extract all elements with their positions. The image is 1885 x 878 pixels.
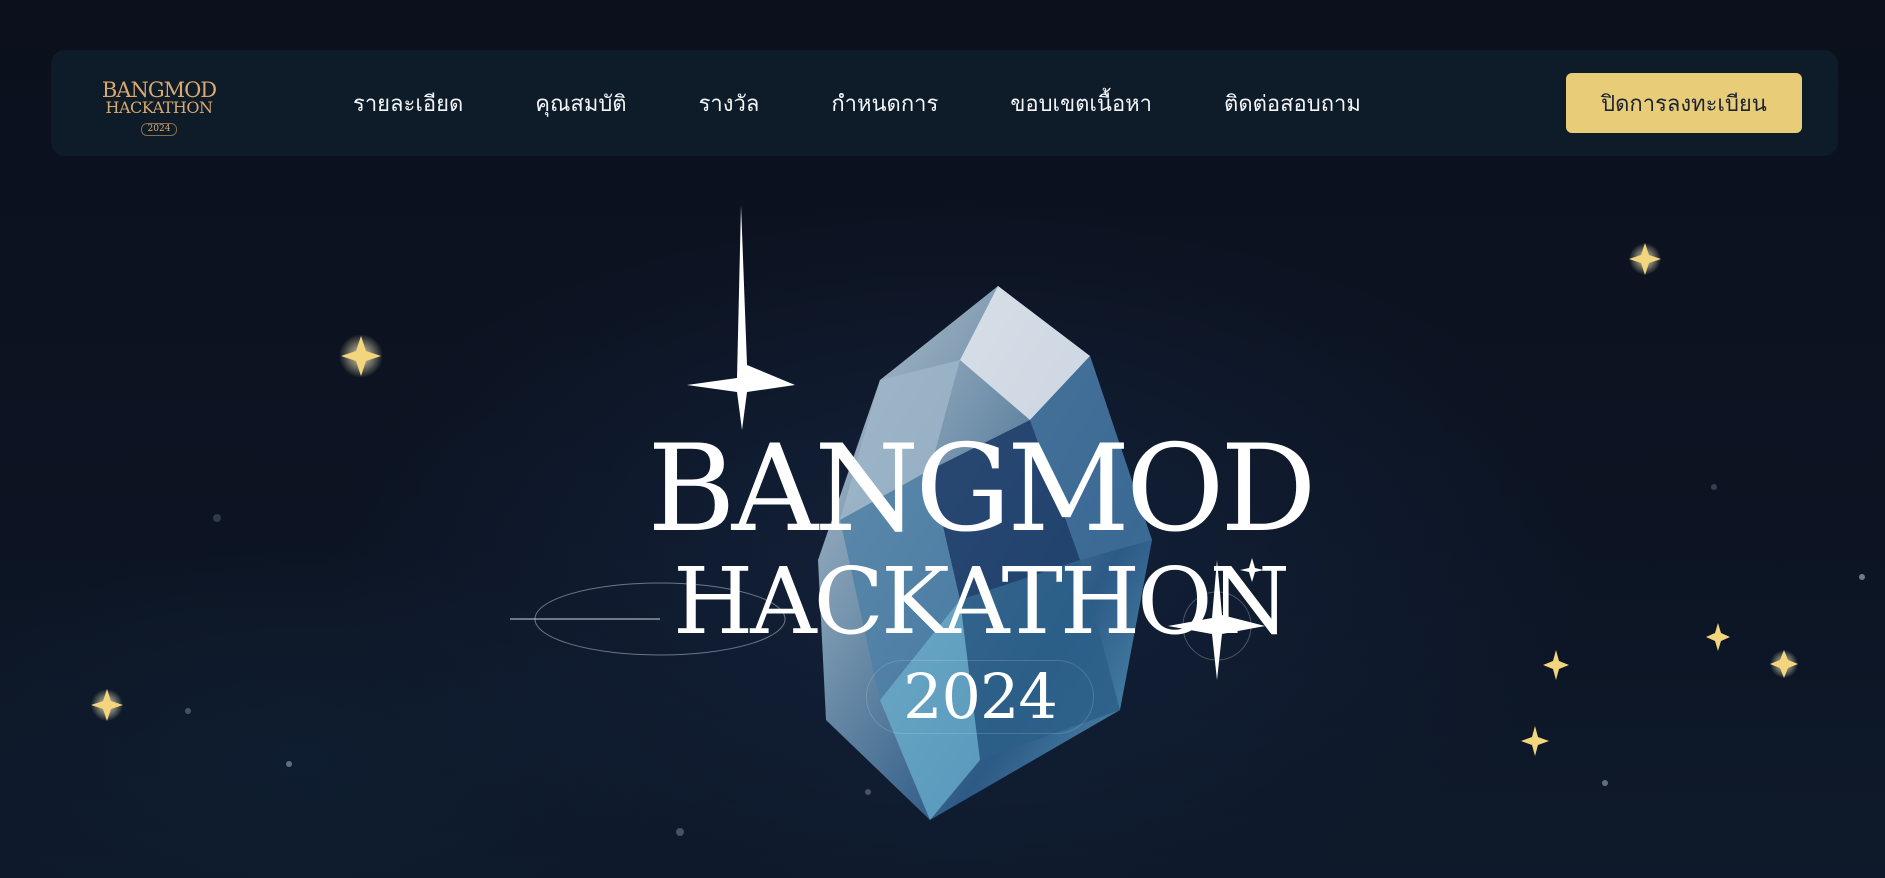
nav-item-prizes[interactable]: รางวัล [699,86,760,121]
four-point-star-icon [1521,726,1549,756]
hero-title-line1: BANGMOD [647,420,1316,559]
nav-item-contact[interactable]: ติดต่อสอบถาม [1224,86,1361,121]
four-point-star-icon [687,205,795,430]
nav-item-scope[interactable]: ขอบเขตเนื้อหา [1010,86,1152,121]
nav-item-schedule[interactable]: กำหนดการ [831,86,938,121]
four-point-star-icon [91,689,123,721]
landing-page: BANGMOD HACKATHON 2024 BANGMOD HACKATHON… [0,0,1885,878]
top-navbar: BANGMOD HACKATHON 2024 รายละเอียด คุณสมบ… [51,50,1838,156]
nav-item-qualifications[interactable]: คุณสมบัติ [535,86,626,121]
four-point-star-icon [1770,650,1798,678]
hero-title: BANGMOD HACKATHON 2024 [560,420,1400,750]
nav-item-details[interactable]: รายละเอียด [353,86,463,121]
nav-links: รายละเอียด คุณสมบัติ รางวัล กำหนดการ ขอบ… [353,50,1433,156]
brand-logo-year: 2024 [140,123,178,136]
hero-title-line2: HACKATHON [673,548,1290,655]
four-point-star-icon [1543,650,1569,680]
hero-year-badge: 2024 [866,660,1094,734]
four-point-star-icon [1706,623,1730,651]
brand-logo-line1: BANGMOD [101,78,217,102]
four-point-star-icon [339,334,383,378]
brand-logo[interactable]: BANGMOD HACKATHON 2024 [89,78,229,136]
registration-closed-button[interactable]: ปิดการลงทะเบียน [1566,73,1802,133]
brand-logo-line2: HACKATHON [105,98,213,117]
four-point-star-icon [1629,243,1661,275]
